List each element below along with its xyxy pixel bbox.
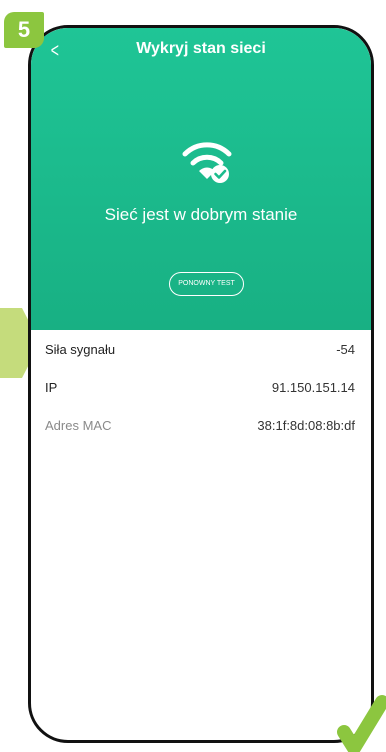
network-status-header: < Wykryj stan sieci Sieć jest w dobrym s… xyxy=(31,28,371,330)
ip-value: 91.150.151.14 xyxy=(271,379,355,395)
ip-label: IP xyxy=(45,379,58,395)
mac-label: Adres MAC xyxy=(45,417,112,433)
signal-strength-row: Siła sygnału -54 xyxy=(31,330,371,368)
network-info-list: Siła sygnału -54 IP 91.150.151.14 Adres … xyxy=(31,330,371,444)
phone-frame: < Wykryj stan sieci Sieć jest w dobrym s… xyxy=(28,25,374,743)
mac-value: 38:1f:8d:08:8b:df xyxy=(257,417,355,433)
wifi-ok-icon xyxy=(182,142,232,183)
page-title: Wykryj stan sieci xyxy=(136,40,266,57)
network-status-text: Sieć jest w dobrym stanie xyxy=(104,205,298,224)
retest-button[interactable]: PONOWNY TEST xyxy=(169,272,244,296)
signal-strength-label: Siła sygnału xyxy=(45,341,116,357)
step-number-badge: 5 xyxy=(4,12,44,48)
checkmark-icon xyxy=(337,695,386,752)
signal-strength-value: -54 xyxy=(336,341,355,357)
mac-row: Adres MAC 38:1f:8d:08:8b:df xyxy=(31,406,371,444)
ip-row: IP 91.150.151.14 xyxy=(31,368,371,406)
